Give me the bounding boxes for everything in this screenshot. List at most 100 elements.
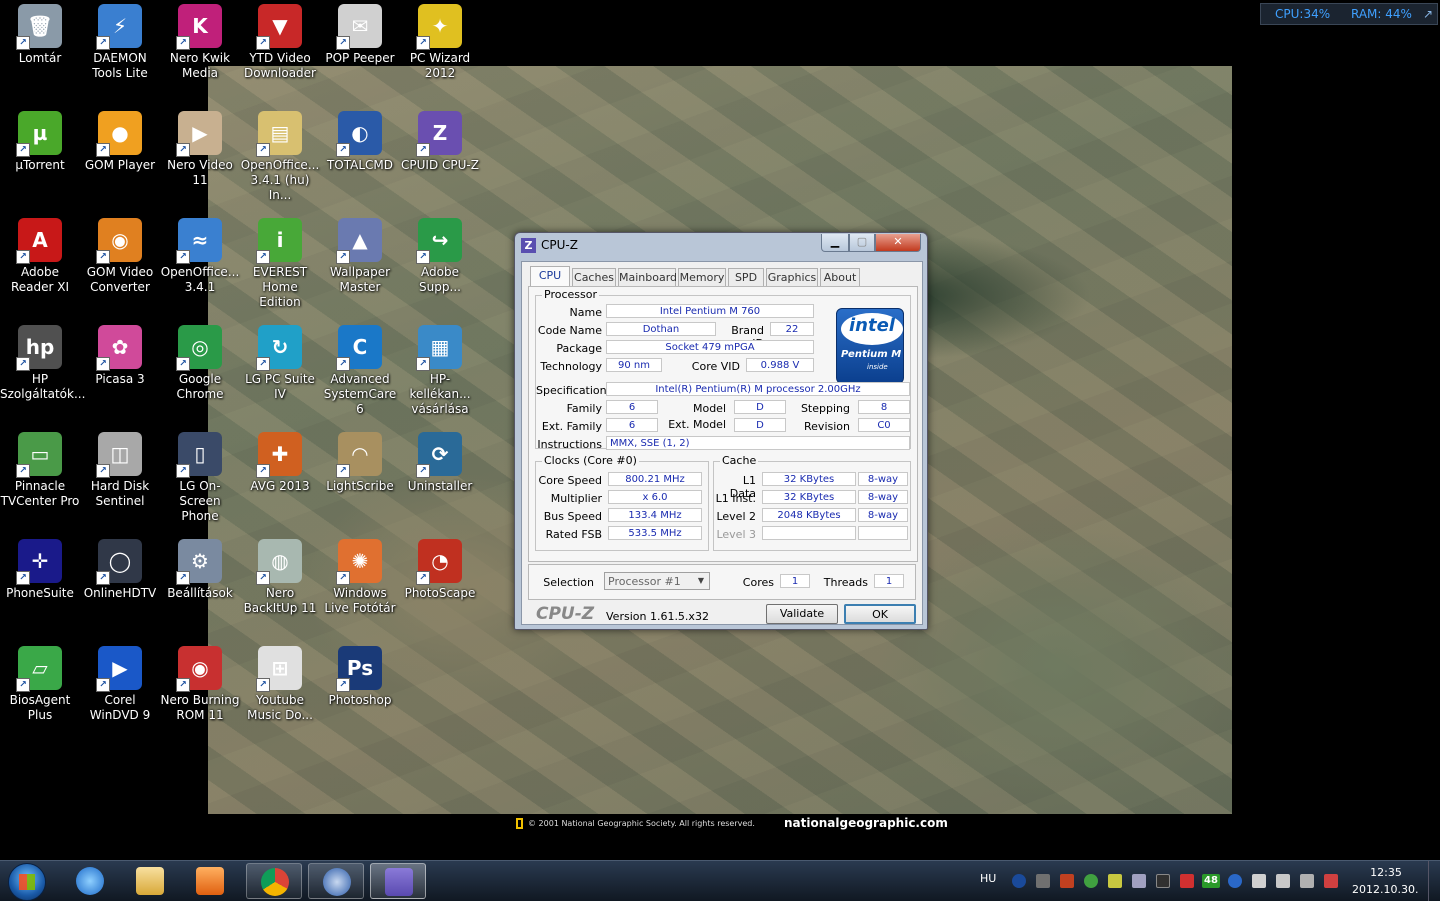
tray-icon-7[interactable] — [1156, 874, 1170, 888]
tray-icon-8[interactable] — [1180, 874, 1194, 888]
tab-caches[interactable]: Caches — [572, 268, 616, 286]
desktop-icon[interactable]: ≈ ↗ OpenOffice... 3.4.1 — [160, 214, 240, 295]
desktop-icon[interactable]: ↪ ↗ Adobe Supp... — [400, 214, 480, 295]
action-center-icon[interactable] — [1324, 874, 1338, 888]
expand-icon[interactable]: ↗ — [1423, 4, 1433, 24]
desktop-icon[interactable]: ✺ ↗ Windows Live Fotótár — [320, 535, 400, 616]
desktop-icon[interactable]: i ↗ EVEREST Home Edition — [240, 214, 320, 310]
desktop-icon[interactable]: ✛ ↗ PhoneSuite — [0, 535, 80, 601]
taskbar-ie[interactable] — [62, 863, 118, 899]
tray-badge[interactable]: 48 — [1202, 874, 1220, 888]
desktop-icon[interactable]: K ↗ Nero Kwik Media — [160, 0, 240, 81]
desktop-icon[interactable]: ◯ ↗ OnlineHDTV — [80, 535, 160, 601]
desktop-icon[interactable]: ▦ ↗ HP-kellékan... vásárlása — [400, 321, 480, 417]
desktop-icon[interactable]: ▼ ↗ YTD Video Downloader — [240, 0, 320, 81]
desktop-icon[interactable]: ▤ ↗ OpenOffice... 3.4.1 (hu) In... — [240, 107, 320, 203]
processor-select[interactable]: Processor #1 ▼ — [604, 572, 710, 590]
clock-time[interactable]: 12:35 — [1360, 866, 1412, 879]
desktop-icon[interactable]: ▱ ↗ BiosAgent Plus — [0, 642, 80, 723]
desktop-icon[interactable]: ⊞ ↗ Youtube Music Do... — [240, 642, 320, 723]
cpu-ram-gadget[interactable]: CPU:34% RAM: 44% ↗ — [1260, 3, 1438, 25]
tab-about[interactable]: About — [820, 268, 860, 286]
tray-icon-5[interactable] — [1108, 874, 1122, 888]
taskbar-chrome[interactable] — [246, 863, 302, 899]
app-icon: ✚ ↗ — [256, 432, 302, 478]
app-icon: ◯ ↗ — [96, 539, 142, 585]
desktop-icon-label: Beállítások — [167, 586, 233, 600]
desktop-icon[interactable]: ▭ ↗ Pinnacle TVCenter Pro — [0, 428, 80, 509]
tray-icon-10[interactable] — [1252, 874, 1266, 888]
desktop-icon[interactable]: ✦ ↗ PC Wizard 2012 — [400, 0, 480, 81]
desktop-icon[interactable]: ◫ ↗ Hard Disk Sentinel — [80, 428, 160, 509]
revision-label: Revision — [804, 420, 850, 433]
taskbar-cpuz[interactable] — [370, 863, 426, 899]
desktop-icon[interactable]: ● ↗ GOM Player — [80, 107, 160, 173]
desktop-icon[interactable]: ◔ ↗ PhotoScape — [400, 535, 480, 601]
desktop-icon[interactable]: A ↗ Adobe Reader XI — [0, 214, 80, 295]
volume-icon[interactable] — [1276, 874, 1290, 888]
tray-icon-6[interactable] — [1132, 874, 1146, 888]
desktop-icon[interactable]: hp ↗ HP Szolgáltatók... — [0, 321, 85, 402]
start-button[interactable] — [8, 863, 46, 901]
desktop-icon[interactable]: ▶ ↗ Corel WinDVD 9 — [80, 642, 160, 723]
desktop-icon[interactable]: ◐ ↗ TOTALCMD — [320, 107, 400, 173]
language-indicator[interactable]: HU — [980, 872, 996, 885]
maximize-button[interactable]: ▢ — [849, 234, 875, 252]
cpuz-titlebar[interactable]: Z CPU-Z ▁ ▢ ✕ — [515, 233, 927, 257]
processor-select-value: Processor #1 — [608, 575, 681, 588]
desktop-icon[interactable]: ✉ ↗ POP Peeper — [320, 0, 400, 66]
desktop-icon[interactable]: Ps ↗ Photoshop — [320, 642, 400, 708]
desktop-icon[interactable]: C ↗ Advanced SystemCare 6 — [320, 321, 400, 417]
desktop-icon[interactable]: ▲ ↗ Wallpaper Master — [320, 214, 400, 295]
tray-icon-4[interactable] — [1084, 874, 1098, 888]
network-icon[interactable] — [1300, 874, 1314, 888]
windows-logo-icon — [19, 874, 35, 890]
tab-spd[interactable]: SPD — [728, 268, 764, 286]
desktop-icon[interactable]: ▶ ↗ Nero Video 11 — [160, 107, 240, 188]
desktop-icon[interactable]: ◉ ↗ GOM Video Converter — [80, 214, 160, 295]
app-icon: ⚙ ↗ — [176, 539, 222, 585]
desktop-icon[interactable]: Z ↗ CPUID CPU-Z — [400, 107, 480, 173]
clock-date[interactable]: 2012.10.30. — [1352, 883, 1418, 896]
desktop-icon[interactable]: ⚡ ↗ DAEMON Tools Lite — [80, 0, 160, 81]
chevron-down-icon[interactable]: ▼ — [695, 575, 707, 587]
app-icon: ↪ ↗ — [416, 218, 462, 264]
desktop-icon-label: µTorrent — [15, 158, 65, 172]
desktop-icon[interactable]: ◠ ↗ LightScribe — [320, 428, 400, 494]
close-button[interactable]: ✕ — [875, 234, 921, 252]
validate-button[interactable]: Validate — [766, 604, 838, 624]
desktop-icon[interactable]: ↻ ↗ LG PC Suite IV — [240, 321, 320, 402]
tab-mainboard[interactable]: Mainboard — [618, 268, 677, 286]
tray-icon-3[interactable] — [1060, 874, 1074, 888]
taskbar-totalcmd[interactable] — [308, 863, 364, 899]
desktop-icon[interactable]: ▯ ↗ LG On-Screen Phone — [160, 428, 240, 524]
desktop-icon[interactable]: ✿ ↗ Picasa 3 — [80, 321, 160, 387]
tab-graphics[interactable]: Graphics — [766, 268, 818, 286]
desktop-icon[interactable]: 🗑 ↗ Lomtár — [0, 0, 80, 66]
ok-button[interactable]: OK — [844, 604, 916, 624]
app-icon: ⚡ ↗ — [96, 4, 142, 50]
desktop-icon[interactable]: ◍ ↗ Nero BackItUp 11 — [240, 535, 320, 616]
level3-way — [858, 526, 908, 540]
tab-cpu[interactable]: CPU — [530, 266, 570, 287]
shortcut-arrow-icon: ↗ — [96, 571, 110, 585]
extmodel-label: Ext. Model — [668, 418, 726, 431]
desktop-icon[interactable]: µ ↗ µTorrent — [0, 107, 80, 173]
tray-icon-2[interactable] — [1036, 874, 1050, 888]
cpuz-app-icon[interactable]: Z — [521, 238, 536, 253]
cpuz-window[interactable]: Z CPU-Z ▁ ▢ ✕ CPU Caches Mainboard Memor… — [514, 232, 928, 630]
tray-icon-9[interactable] — [1228, 874, 1242, 888]
show-desktop-button[interactable] — [1428, 861, 1440, 901]
desktop-icon[interactable]: ⟳ ↗ Uninstaller — [400, 428, 480, 494]
desktop-icon[interactable]: ◎ ↗ Google Chrome — [160, 321, 240, 402]
taskbar-media-player[interactable] — [182, 863, 238, 899]
desktop-icon-label: Wallpaper Master — [329, 265, 391, 294]
minimize-button[interactable]: ▁ — [821, 234, 849, 252]
ram-usage: RAM: 44% — [1351, 7, 1412, 21]
taskbar-explorer[interactable] — [122, 863, 178, 899]
tab-memory[interactable]: Memory — [678, 268, 726, 286]
desktop-icon[interactable]: ✚ ↗ AVG 2013 — [240, 428, 320, 494]
desktop-icon[interactable]: ⚙ ↗ Beállítások — [160, 535, 240, 601]
desktop-icon[interactable]: ◉ ↗ Nero Burning ROM 11 — [160, 642, 240, 723]
tray-icon-1[interactable] — [1012, 874, 1026, 888]
